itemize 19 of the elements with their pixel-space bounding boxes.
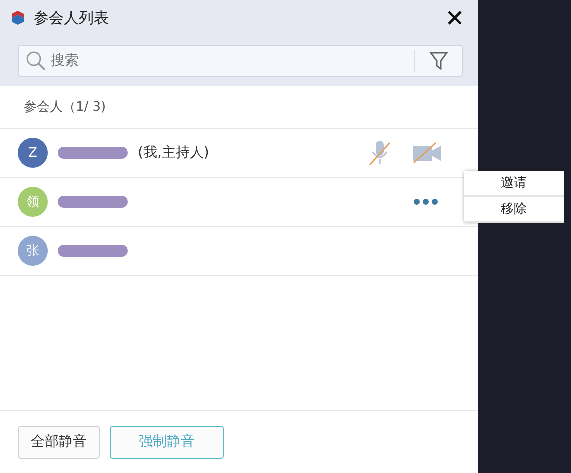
search-icon (26, 51, 46, 71)
window-title: 参会人列表 (34, 8, 110, 28)
filter-icon (428, 51, 448, 71)
close-button[interactable] (446, 9, 464, 27)
menu-item[interactable]: 移除 (464, 197, 564, 223)
avatar: Z (18, 138, 48, 168)
logo-icon (10, 10, 26, 26)
more-button[interactable] (414, 199, 438, 205)
menu-item[interactable]: 邀请 (464, 171, 564, 197)
redaction-mark (58, 245, 128, 257)
mute-button[interactable]: 全部静音 (18, 426, 100, 458)
avatar: 领 (18, 187, 48, 217)
search-field[interactable]: 搜索 (18, 45, 463, 77)
avatar: 张 (18, 236, 48, 266)
close-icon (448, 11, 462, 25)
section-label: 参会人（1/ 3) (0, 86, 478, 129)
role-label: (我,主持人) (138, 144, 210, 162)
redaction-mark (58, 147, 128, 159)
redaction-mark (58, 196, 128, 208)
